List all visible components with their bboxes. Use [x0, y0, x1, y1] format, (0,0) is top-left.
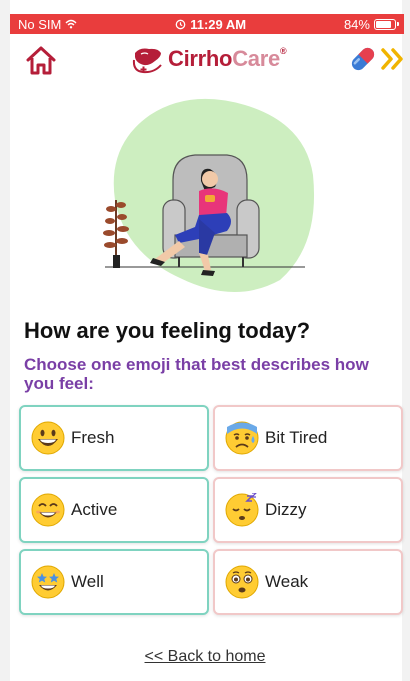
frowning-face-icon	[225, 565, 259, 599]
back-to-home-link[interactable]: << Back to home	[0, 648, 410, 666]
battery-percent: 84%	[343, 16, 370, 32]
home-icon[interactable]	[24, 44, 58, 76]
sleepy-face-icon	[225, 493, 259, 527]
logo-wordmark: CirrhoCare®	[168, 46, 287, 72]
status-time-group: 11:29 AM	[175, 17, 246, 32]
woman-sitting-in-armchair-illustration	[103, 98, 315, 293]
mood-option-well[interactable]: Well	[19, 549, 209, 615]
mood-option-bit-tired[interactable]: Bit Tired	[213, 405, 403, 471]
logo-registered-mark: ®	[279, 46, 287, 56]
mood-label: Bit Tired	[265, 428, 328, 447]
status-time: 11:29 AM	[190, 16, 247, 32]
status-bar: No SIM 11:29 AM 84%	[10, 14, 404, 34]
pill-icon	[351, 47, 375, 71]
logo-text-care: Care	[232, 46, 280, 71]
grinning-face-icon	[31, 421, 65, 455]
star-struck-face-icon	[31, 565, 65, 599]
mood-label: Active	[71, 500, 118, 519]
battery-icon	[373, 18, 399, 30]
mood-option-weak[interactable]: Weak	[213, 549, 403, 615]
mood-option-fresh[interactable]: Fresh	[19, 405, 209, 471]
wifi-icon	[65, 19, 77, 29]
mood-option-active[interactable]: Active	[19, 477, 209, 543]
smiling-face-icon	[31, 493, 65, 527]
mood-label: Dizzy	[265, 500, 307, 519]
mood-label: Weak	[265, 572, 309, 591]
mood-option-dizzy[interactable]: Dizzy	[213, 477, 403, 543]
battery-level-fill	[375, 20, 391, 28]
alarm-icon	[175, 19, 186, 29]
mood-label: Fresh	[71, 428, 115, 447]
double-chevron-right-icon[interactable]	[378, 44, 408, 74]
app-header: CirrhoCare®	[10, 36, 404, 86]
cirrhocare-logo: CirrhoCare®	[132, 42, 287, 76]
mood-label: Well	[71, 572, 104, 591]
question-title: How are you feeling today?	[24, 318, 311, 343]
status-carrier-group: No SIM	[18, 17, 77, 32]
question-subtitle: Choose one emoji that best describes how…	[24, 355, 369, 393]
status-battery-group: 84%	[343, 16, 399, 32]
carrier-label: No SIM	[18, 16, 62, 32]
logo-text-cirrho: Cirrho	[168, 46, 233, 71]
liver-logo-icon	[132, 48, 162, 74]
screen-edge-right	[402, 0, 410, 681]
screen-edge-left	[0, 0, 10, 681]
sweating-face-icon	[225, 421, 259, 455]
